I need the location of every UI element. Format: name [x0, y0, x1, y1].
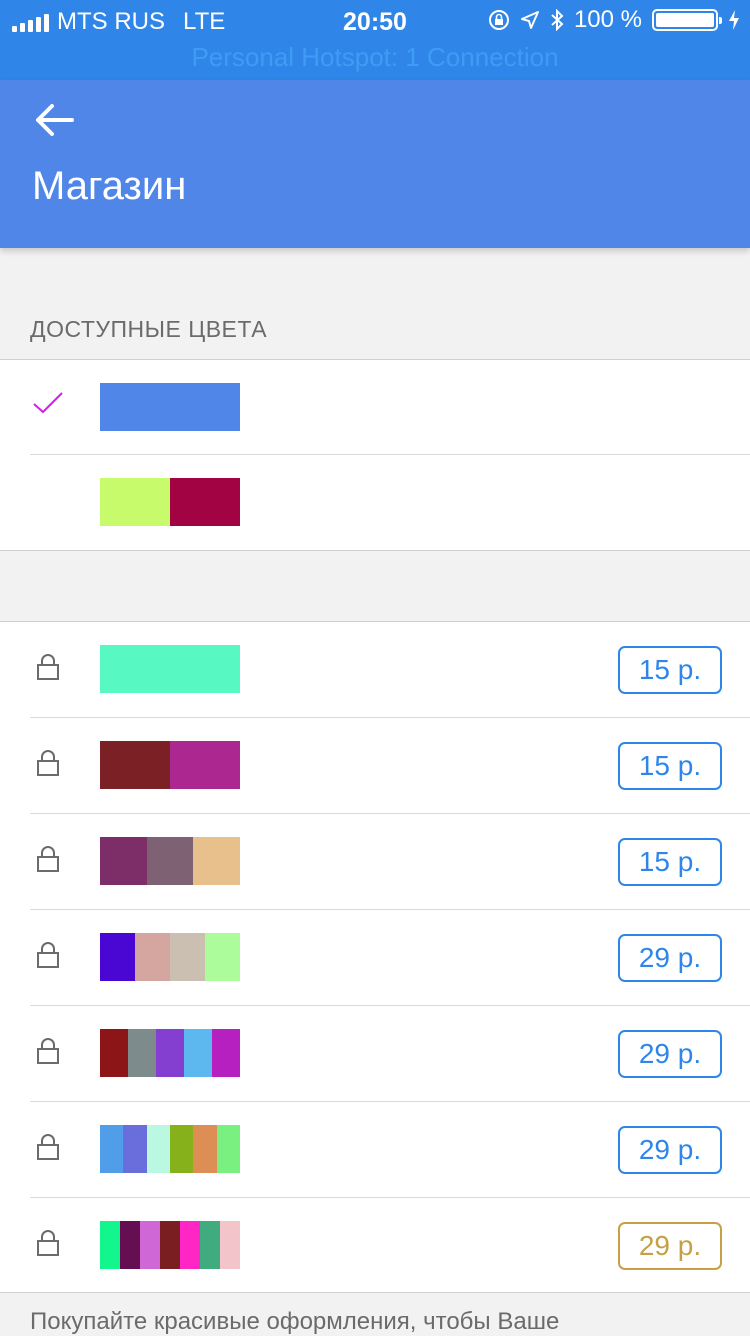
lock-icon: [37, 654, 59, 680]
footer-text: Покупайте красивые оформления, чтобы Ваш…: [30, 1308, 560, 1335]
swatch-segment: [100, 1221, 120, 1269]
available-colors-list: [0, 359, 750, 551]
swatch-segment: [100, 933, 135, 981]
price-button[interactable]: 15 р.: [618, 838, 722, 886]
swatch-segment: [128, 1029, 156, 1077]
color-swatch: [100, 478, 240, 526]
swatch-segment: [100, 1029, 128, 1077]
swatch-segment: [216, 1125, 240, 1173]
color-swatch: [100, 1029, 240, 1077]
color-swatch: [100, 1125, 240, 1173]
rotation-lock-icon: [488, 10, 509, 30]
shop-color-row[interactable]: 29 р.: [0, 910, 750, 1006]
shop-color-row[interactable]: 29 р.: [0, 1102, 750, 1198]
price-button[interactable]: 29 р.: [618, 1222, 722, 1270]
lock-icon: [37, 750, 59, 776]
swatch-segment: [156, 1029, 184, 1077]
lock-icon: [37, 1230, 59, 1256]
price-button[interactable]: 15 р.: [618, 646, 722, 694]
swatch-segment: [193, 837, 241, 885]
price-button[interactable]: 29 р.: [618, 1030, 722, 1078]
color-swatch: [100, 933, 240, 981]
swatch-segment: [100, 741, 170, 789]
swatch-segment: [200, 1221, 220, 1269]
swatch-segment: [220, 1221, 240, 1269]
location-icon: [520, 11, 539, 29]
color-swatch: [100, 741, 240, 789]
swatch-segment: [184, 1029, 212, 1077]
swatch-segment: [140, 1221, 160, 1269]
swatch-segment: [100, 645, 240, 693]
lock-icon: [37, 942, 59, 968]
color-swatch: [100, 1221, 240, 1269]
swatch-segment: [180, 1221, 200, 1269]
shop-color-row[interactable]: 15 р.: [0, 718, 750, 814]
available-color-row[interactable]: [0, 360, 750, 455]
color-swatch: [100, 383, 240, 431]
shop-color-row[interactable]: 29 р.: [0, 1006, 750, 1102]
section-title-available: ДОСТУПНЫЕ ЦВЕТА: [30, 316, 268, 342]
swatch-segment: [100, 383, 240, 431]
price-button[interactable]: 29 р.: [618, 934, 722, 982]
swatch-segment: [160, 1221, 180, 1269]
battery-level: [656, 13, 714, 27]
swatch-segment: [169, 1125, 194, 1173]
shop-color-row[interactable]: 15 р.: [0, 814, 750, 910]
available-color-row[interactable]: [0, 455, 750, 550]
status-bar: MTS RUS LTE 20:50 100 % Personal Hotspot…: [0, 0, 750, 80]
color-swatch: [100, 645, 240, 693]
page-title: Магазин: [32, 164, 187, 208]
swatch-segment: [100, 837, 147, 885]
lock-icon: [37, 1134, 59, 1160]
swatch-segment: [100, 478, 170, 526]
swatch-segment: [205, 933, 240, 981]
color-swatch: [100, 837, 241, 885]
swatch-segment: [146, 1125, 170, 1173]
status-right: 100 %: [488, 6, 740, 34]
swatch-segment: [146, 837, 194, 885]
swatch-segment: [170, 478, 240, 526]
hotspot-banner[interactable]: Personal Hotspot: 1 Connection: [0, 42, 750, 73]
price-button[interactable]: 29 р.: [618, 1126, 722, 1174]
lock-icon: [37, 846, 59, 872]
lock-icon: [37, 1038, 59, 1064]
shop-colors-list: 15 р. 15 р. 15 р. 29 р. 29 р. 29 р. 29 р.: [0, 621, 750, 1293]
price-button[interactable]: 15 р.: [618, 742, 722, 790]
back-arrow-icon[interactable]: [30, 98, 82, 142]
battery-percent: 100 %: [573, 6, 642, 33]
swatch-segment: [135, 933, 170, 981]
swatch-segment: [120, 1221, 140, 1269]
checkmark-icon: [33, 392, 63, 414]
swatch-segment: [212, 1029, 240, 1077]
swatch-segment: [170, 933, 205, 981]
shop-color-row[interactable]: 15 р.: [0, 622, 750, 718]
app-bar: Магазин: [0, 80, 750, 248]
bluetooth-icon: [551, 9, 564, 31]
swatch-segment: [170, 741, 240, 789]
shop-color-row[interactable]: 29 р.: [0, 1198, 750, 1294]
charging-icon: [729, 10, 739, 30]
swatch-segment: [123, 1125, 147, 1173]
swatch-segment: [193, 1125, 217, 1173]
battery-icon: [652, 9, 722, 31]
swatch-segment: [100, 1125, 124, 1173]
